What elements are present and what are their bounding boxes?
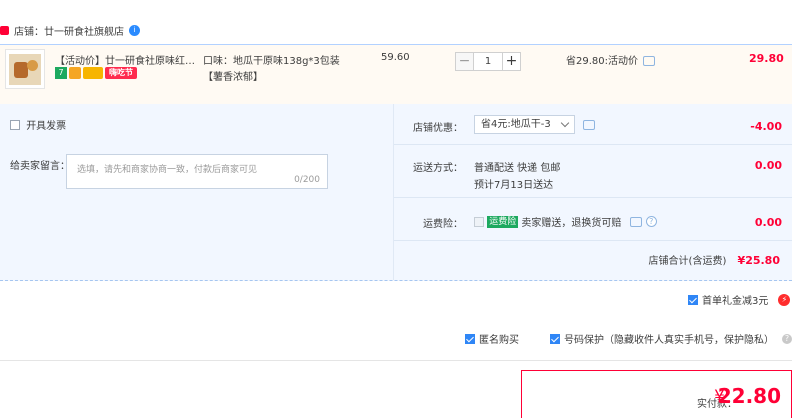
- insurance-checkbox: [474, 216, 484, 227]
- memo-char-counter: 0/200: [294, 175, 320, 185]
- product-title-link[interactable]: 【活动价】廿一研食社原味红薯…: [55, 52, 197, 67]
- gift-checkbox[interactable]: [688, 294, 698, 305]
- insurance-option: 运费险 卖家赠送，退换货可赔 ?: [474, 214, 657, 229]
- invoice-option[interactable]: 开具发票: [10, 117, 66, 132]
- service-badges: 7 嗨吃节: [55, 67, 137, 79]
- shipping-amount: 0.00: [754, 159, 782, 172]
- guarantee-icon: [69, 67, 81, 79]
- memo-placeholder: 选填，请先和商家协商一致，付款后商家可见: [77, 165, 258, 175]
- divider: [0, 360, 792, 361]
- insurance-info-icon[interactable]: [629, 216, 642, 227]
- left-options: 开具发票 给卖家留言： 选填，请先和商家协商一致，付款后商家可见 0/200: [0, 104, 392, 280]
- shipping-eta: 预计7月13日送达: [474, 180, 554, 191]
- order-item-row: 【活动价】廿一研食社原味红薯… 7 嗨吃节 口味：地瓜干原味138g*3包装 【…: [0, 44, 792, 105]
- privacy-label: 号码保护（隐藏收件人真实手机号，保护隐私）: [564, 335, 774, 346]
- first-order-gift-option[interactable]: 首单礼金减3元 ⚡: [688, 292, 791, 307]
- festival-badge: 嗨吃节: [105, 67, 137, 79]
- invoice-label: 开具发票: [26, 121, 67, 132]
- anonymous-checkbox[interactable]: [465, 333, 475, 344]
- shipping-label: 运送方式：: [413, 163, 463, 174]
- insurance-label: 运费险：: [423, 219, 463, 230]
- order-options-panel: 开具发票 给卖家留言： 选填，请先和商家协商一致，付款后商家可见 0/200 店…: [0, 104, 792, 281]
- quantity-plus-button[interactable]: +: [502, 52, 521, 71]
- shop-header: 店铺：廿一研食社旗舰店 i: [0, 20, 140, 40]
- sku-flavor: 口味：地瓜干原味138g*3包装: [203, 56, 340, 67]
- memo-label: 给卖家留言：: [10, 161, 70, 172]
- anonymous-label: 匿名购买: [479, 335, 519, 346]
- promotion-text: 省29.80:活动价: [566, 56, 638, 67]
- item-subtotal: 29.80: [749, 52, 784, 65]
- invoice-checkbox[interactable]: [10, 119, 20, 130]
- promo-detail-icon[interactable]: [643, 56, 655, 66]
- payment-summary-box: 实付款： ¥ 22.80: [521, 370, 792, 418]
- lightning-icon: ⚡: [778, 293, 791, 306]
- shop-discount-select[interactable]: 省4元:地瓜干-3: [474, 115, 575, 134]
- question-icon[interactable]: ?: [645, 216, 657, 227]
- pay-amount: 22.80: [717, 384, 781, 408]
- wangwang-chat-icon[interactable]: i: [129, 24, 140, 36]
- purchase-options: 匿名购买 号码保护（隐藏收件人真实手机号，保护隐私） ?: [465, 331, 792, 346]
- shop-name-link[interactable]: 店铺：廿一研食社旗舰店: [14, 23, 124, 38]
- discount-amount: -4.00: [750, 120, 782, 133]
- promotion-info: 省29.80:活动价: [566, 52, 655, 67]
- help-icon[interactable]: ?: [782, 333, 792, 344]
- store-total-value: ¥25.80: [737, 254, 780, 267]
- chevron-down-icon: [560, 118, 570, 128]
- insurance-tag: 运费险: [487, 215, 519, 228]
- gift-label: 首单礼金减3元: [702, 296, 769, 307]
- product-thumbnail[interactable]: [5, 49, 45, 89]
- seller-memo-textarea[interactable]: 选填，请先和商家协商一致，付款后商家可见 0/200: [66, 154, 328, 189]
- insurance-text: 卖家赠送，退换货可赔: [521, 218, 622, 229]
- quantity-input[interactable]: 1: [474, 52, 502, 71]
- seven-day-return-icon: 7: [55, 67, 67, 79]
- privacy-checkbox[interactable]: [550, 333, 560, 344]
- store-total: 店铺合计(含运费) ¥25.80: [649, 252, 780, 267]
- sku-note: 【薯香浓郁】: [203, 72, 263, 83]
- unit-price: 59.60: [381, 52, 410, 63]
- tmall-icon: [0, 25, 9, 35]
- store-total-label: 店铺合计(含运费): [648, 256, 727, 267]
- discount-label: 店铺优惠：: [413, 123, 463, 134]
- card-icon: [83, 67, 103, 79]
- insurance-amount: 0.00: [754, 216, 782, 229]
- shipping-method: 普通配送 快递 包邮: [474, 163, 561, 174]
- discount-selected-value: 省4元:地瓜干-3: [481, 119, 551, 130]
- quantity-stepper: − 1 +: [455, 52, 521, 71]
- discount-info-icon[interactable]: [583, 120, 595, 130]
- product-image: [9, 54, 41, 85]
- right-options: 店铺优惠： 省4元:地瓜干-3 -4.00 运送方式： 普通配送 快递 包邮 预…: [393, 104, 792, 280]
- quantity-minus-button[interactable]: −: [455, 52, 474, 71]
